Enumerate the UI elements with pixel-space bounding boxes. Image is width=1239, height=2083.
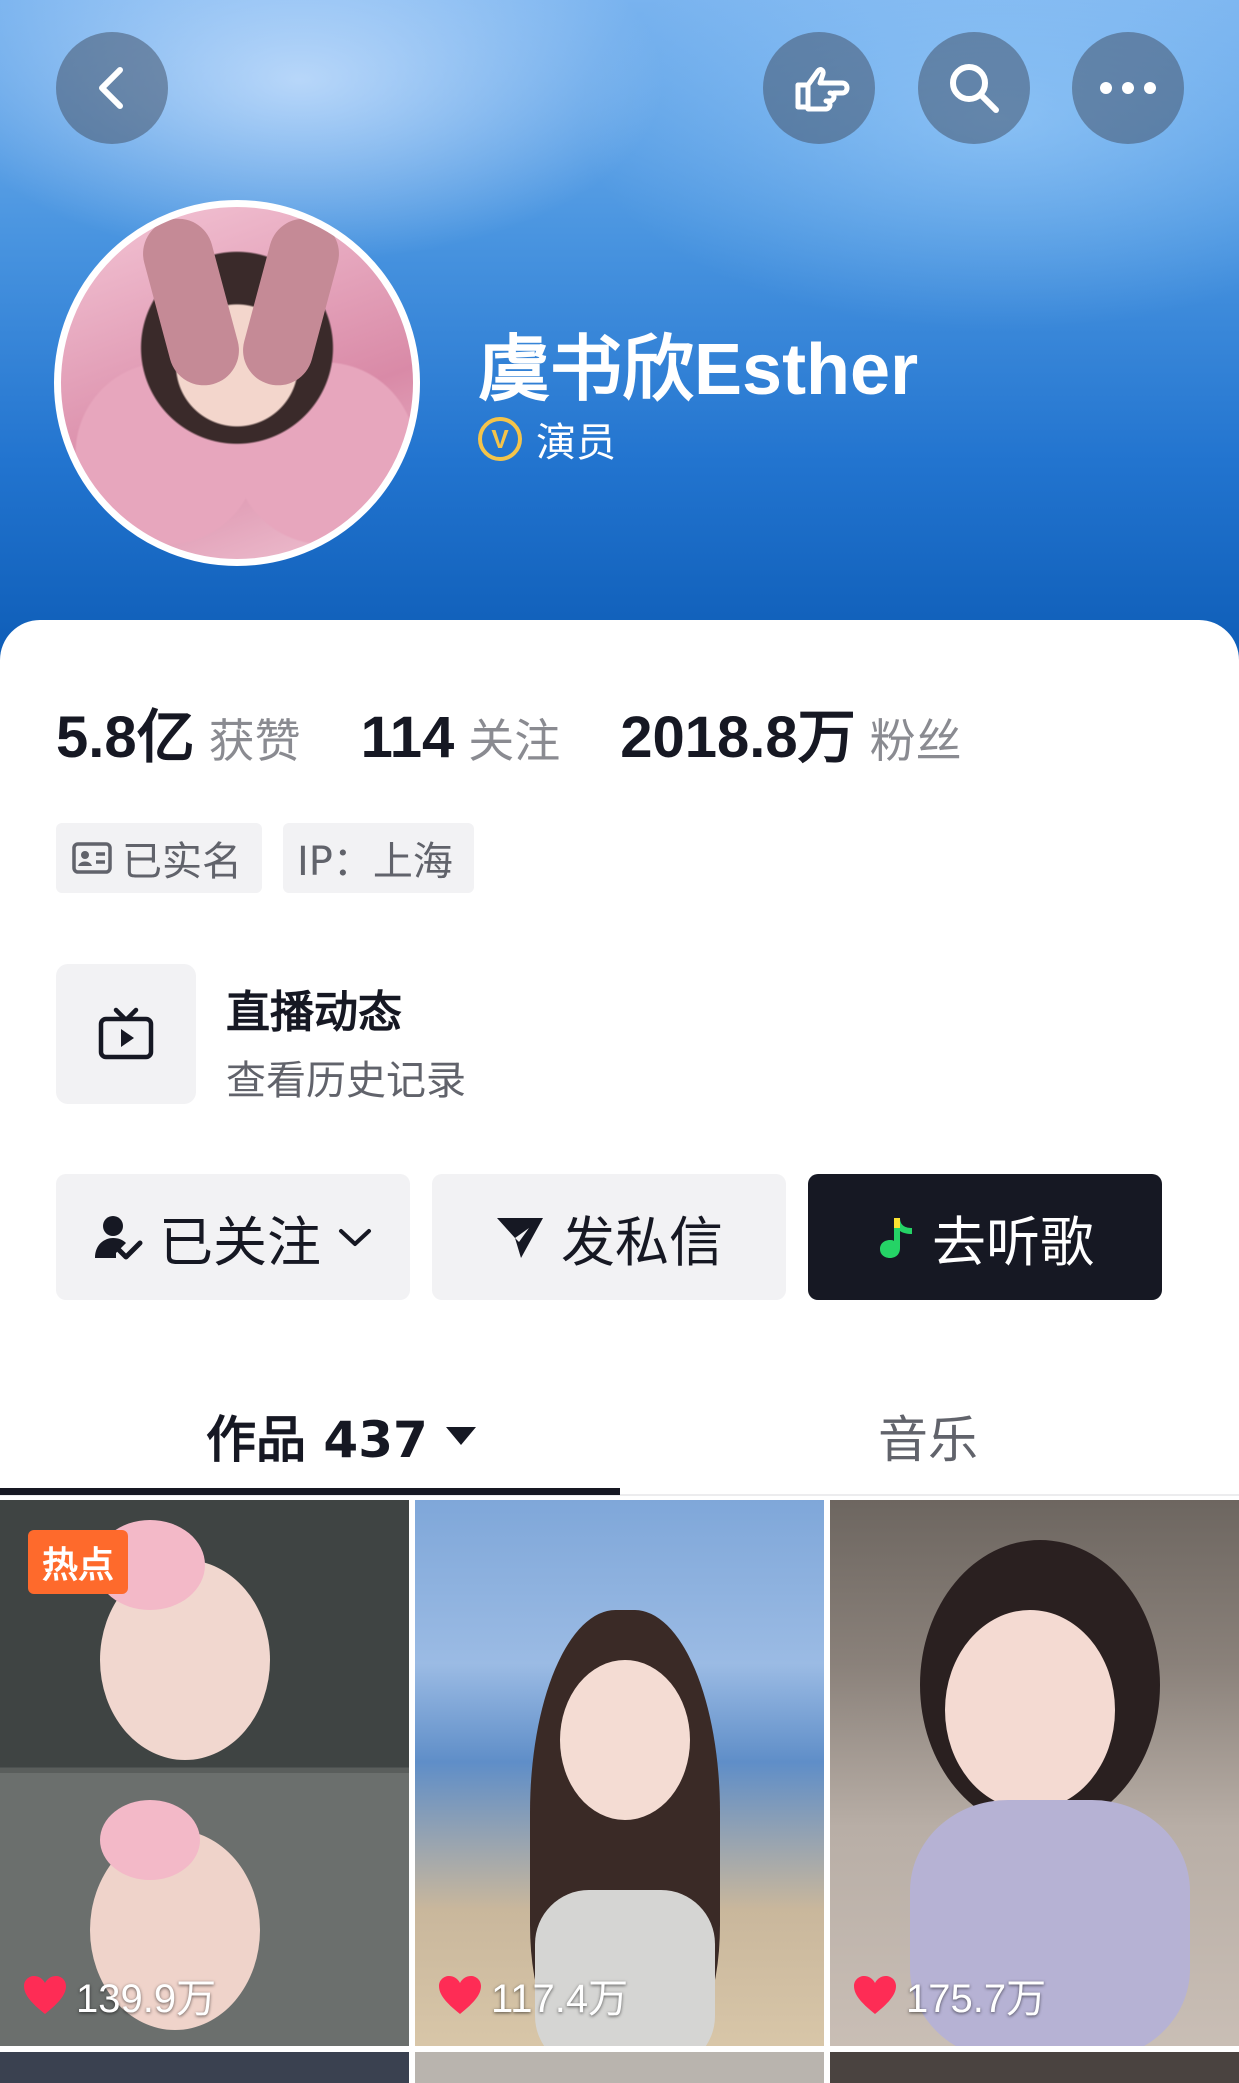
video-thumbnail[interactable]: 175.7万 xyxy=(830,1500,1239,2046)
live-title[interactable]: 直播动态 xyxy=(226,976,402,1040)
heart-icon xyxy=(24,1976,66,2014)
tab-music[interactable]: 音乐 xyxy=(878,1400,978,1472)
heart-icon xyxy=(439,1976,481,2014)
video-likes-count: 139.9万 xyxy=(76,1977,217,2021)
video-likes: 139.9万 xyxy=(22,1966,216,2024)
tab-music-label: 音乐 xyxy=(878,1411,978,1469)
followers-count[interactable]: 2018.8万 xyxy=(620,690,855,774)
back-button[interactable] xyxy=(56,32,168,144)
video-likes: 117.4万 xyxy=(437,1966,628,2024)
video-thumbnail-partial[interactable] xyxy=(830,2052,1239,2083)
followers-label[interactable]: 粉丝 xyxy=(870,705,962,771)
video-likes: 175.7万 xyxy=(852,1966,1046,2024)
caret-down-icon xyxy=(445,1427,476,1445)
listen-music-button[interactable]: 去听歌 xyxy=(808,1174,1162,1300)
video-thumbnail-partial[interactable] xyxy=(0,2052,409,2083)
tv-icon xyxy=(98,1007,154,1060)
video-thumbnail[interactable]: 热点 139.9万 xyxy=(0,1500,409,2046)
verification-row: V 演员 xyxy=(478,410,616,468)
live-history-button[interactable] xyxy=(56,964,196,1104)
followed-label: 已关注 xyxy=(159,1210,321,1274)
avatar[interactable] xyxy=(54,200,420,566)
tab-works[interactable]: 作品 437 xyxy=(206,1400,478,1472)
followed-button[interactable]: 已关注 xyxy=(56,1174,410,1300)
message-button[interactable]: 发私信 xyxy=(432,1174,786,1300)
chevron-down-icon xyxy=(339,1229,371,1246)
stats-row: 5.8亿 获赞 114 关注 2018.8万 粉丝 xyxy=(56,690,962,774)
verification-label: 演员 xyxy=(536,420,616,466)
realname-tag: 已实名 xyxy=(56,823,262,893)
video-likes-count: 175.7万 xyxy=(906,1977,1047,2021)
hot-badge: 热点 xyxy=(28,1530,129,1594)
back-icon xyxy=(99,67,123,109)
tab-works-label: 作品 437 xyxy=(206,1411,428,1469)
following-label[interactable]: 关注 xyxy=(468,705,560,771)
profile-name: 虞书欣Esther xyxy=(478,330,919,410)
video-thumbnail-partial[interactable] xyxy=(415,2052,824,2083)
tab-works-indicator xyxy=(0,1488,620,1495)
user-check-icon xyxy=(95,1216,143,1260)
gesture-icon xyxy=(795,67,850,112)
more-icon xyxy=(1100,82,1156,94)
music-note-icon xyxy=(880,1218,912,1258)
likes-label: 获赞 xyxy=(208,714,301,768)
ip-label: IP：上海 xyxy=(297,839,453,885)
likes-count: 5.8亿 xyxy=(56,705,195,770)
gesture-button[interactable] xyxy=(763,32,875,144)
heart-icon xyxy=(854,1976,896,2014)
video-likes-count: 117.4万 xyxy=(491,1977,629,2021)
search-button[interactable] xyxy=(918,32,1030,144)
id-card-icon xyxy=(72,842,112,874)
verified-badge-icon: V xyxy=(478,417,522,461)
video-thumbnail[interactable]: 117.4万 xyxy=(415,1500,824,2046)
realname-label: 已实名 xyxy=(122,839,242,885)
listen-music-label: 去听歌 xyxy=(932,1210,1094,1274)
ip-tag: IP：上海 xyxy=(283,823,474,893)
search-icon xyxy=(950,64,999,113)
following-count[interactable]: 114 xyxy=(361,704,455,771)
send-icon xyxy=(497,1218,543,1258)
live-subtitle[interactable]: 查看历史记录 xyxy=(226,1048,466,1106)
more-button[interactable] xyxy=(1072,32,1184,144)
message-label: 发私信 xyxy=(561,1210,723,1274)
